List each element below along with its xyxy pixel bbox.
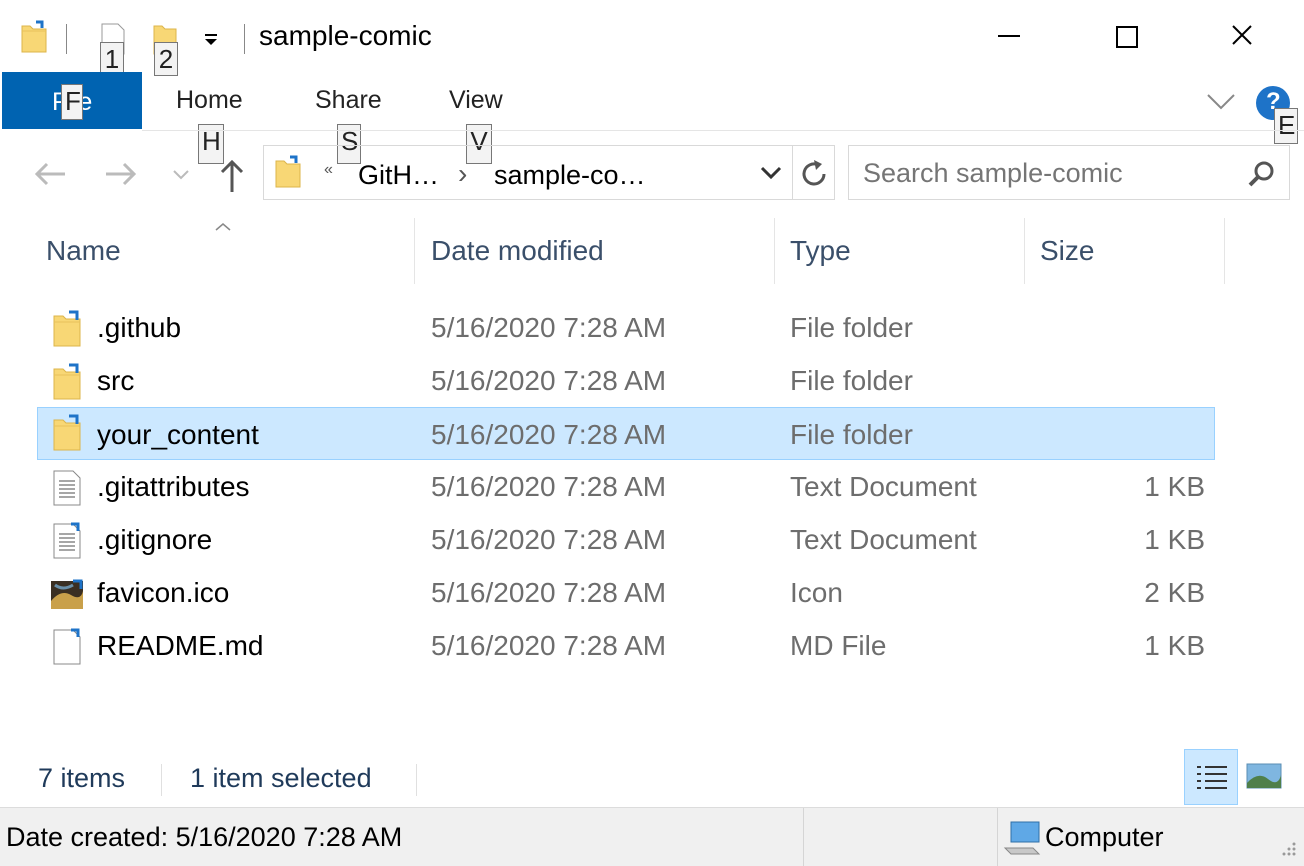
column-header-size[interactable]: Size [1040, 235, 1094, 267]
breadcrumb-item[interactable]: sample-co… [494, 160, 646, 191]
back-arrow-icon[interactable] [33, 162, 67, 186]
details-view-icon [1197, 766, 1227, 789]
file-date: 5/16/2020 7:28 AM [431, 524, 667, 555]
customize-qat-icon[interactable] [203, 34, 219, 46]
close-icon [1232, 25, 1252, 45]
maximize-icon [1116, 26, 1138, 48]
file-row[interactable]: .gitignore 5/16/2020 7:28 AM Text Docume… [37, 515, 1215, 568]
file-row[interactable]: favicon.ico 5/16/2020 7:28 AM Icon 2 KB [37, 568, 1215, 621]
item-count: 7 items [38, 763, 126, 793]
sort-ascending-icon [215, 223, 231, 231]
keytip-help: E [1274, 108, 1298, 144]
address-bar[interactable]: « GitH… › sample-co… [263, 145, 835, 200]
file-date: 5/16/2020 7:28 AM [431, 577, 667, 608]
folder-icon [275, 155, 301, 188]
details-view-button[interactable] [1184, 749, 1238, 805]
recent-locations-icon[interactable] [172, 169, 190, 181]
status-divider [416, 764, 417, 796]
breadcrumb-separator[interactable]: › [458, 158, 467, 190]
tab-home[interactable]: Home [176, 86, 243, 115]
ribbon-divider [142, 130, 1304, 131]
details-bar: Date created: 5/16/2020 7:28 AM Computer [0, 807, 1304, 866]
file-type: Text Document [790, 524, 977, 555]
file-row-selected[interactable]: your_content 5/16/2020 7:28 AM File fold… [37, 407, 1215, 460]
refresh-icon[interactable] [798, 158, 830, 190]
tab-view[interactable]: View [449, 86, 503, 115]
file-type: File folder [790, 312, 913, 343]
large-icons-view-button[interactable] [1240, 749, 1288, 805]
file-name: .gitattributes [97, 471, 250, 502]
tab-share[interactable]: Share [315, 86, 382, 115]
file-date: 5/16/2020 7:28 AM [431, 419, 667, 450]
window-title: sample-comic [259, 20, 432, 51]
file-row[interactable]: src 5/16/2020 7:28 AM File folder [37, 356, 1215, 409]
column-header-name[interactable]: Name [46, 235, 121, 267]
breadcrumb-overflow[interactable]: « [324, 161, 333, 179]
selection-count: 1 item selected [190, 763, 372, 793]
column-header-date[interactable]: Date modified [431, 235, 604, 267]
address-divider [792, 146, 793, 199]
keytip-file: F [61, 84, 83, 120]
file-size: 1 KB [1144, 471, 1205, 502]
column-divider[interactable] [414, 218, 415, 284]
keytip-1: 1 [100, 42, 124, 76]
close-button[interactable] [1215, 10, 1275, 60]
column-divider[interactable] [774, 218, 775, 284]
column-divider[interactable] [1024, 218, 1025, 284]
folder-icon[interactable] [20, 20, 50, 54]
folder-icon [53, 363, 81, 400]
file-row[interactable]: .gitattributes 5/16/2020 7:28 AM Text Do… [37, 462, 1215, 515]
file-date: 5/16/2020 7:28 AM [431, 312, 667, 343]
file-date: 5/16/2020 7:28 AM [431, 365, 667, 396]
file-type: MD File [790, 630, 887, 661]
breadcrumb-item[interactable]: GitH… [358, 160, 439, 191]
column-divider[interactable] [1224, 218, 1225, 284]
search-box[interactable] [848, 145, 1290, 200]
text-file-icon [53, 470, 81, 506]
file-type: Text Document [790, 471, 977, 502]
file-date: 5/16/2020 7:28 AM [431, 630, 667, 661]
forward-arrow-icon[interactable] [104, 162, 138, 186]
up-arrow-icon[interactable] [220, 158, 244, 194]
image-thumbnail-icon [51, 579, 83, 609]
file-name: README.md [97, 630, 264, 661]
file-name: .gitignore [97, 524, 213, 555]
computer-icon [1003, 821, 1041, 855]
file-name: favicon.ico [97, 577, 230, 608]
file-name: .github [97, 312, 182, 343]
expand-ribbon-icon[interactable] [1206, 93, 1236, 111]
column-header-type[interactable]: Type [790, 235, 851, 267]
folder-icon [53, 310, 81, 347]
file-row[interactable]: README.md 5/16/2020 7:28 AM MD File 1 KB [37, 621, 1215, 674]
search-input[interactable] [861, 154, 1235, 192]
large-icons-view-icon [1246, 763, 1282, 789]
file-type: Icon [790, 577, 843, 608]
title-divider [244, 24, 245, 54]
date-created: Date created: 5/16/2020 7:28 AM [6, 822, 403, 852]
file-type: File folder [790, 419, 913, 450]
file-row[interactable]: .github 5/16/2020 7:28 AM File folder [37, 303, 1215, 356]
status-divider [161, 764, 162, 796]
blank-file-icon [53, 628, 81, 665]
maximize-button[interactable] [1100, 10, 1160, 60]
address-dropdown-icon[interactable] [760, 166, 782, 180]
file-type: File folder [790, 365, 913, 396]
qat-divider [66, 24, 67, 54]
minimize-button[interactable] [985, 10, 1045, 60]
search-icon[interactable] [1247, 160, 1275, 188]
file-size: 2 KB [1144, 577, 1205, 608]
file-date: 5/16/2020 7:28 AM [431, 471, 667, 502]
keytip-2: 2 [154, 42, 178, 76]
resize-grip-icon[interactable] [1278, 840, 1298, 860]
text-file-icon [53, 522, 81, 559]
details-divider [997, 808, 998, 866]
file-name: your_content [97, 419, 259, 450]
folder-icon [53, 414, 81, 451]
computer-label: Computer [1045, 822, 1164, 852]
file-name: src [97, 365, 135, 396]
file-size: 1 KB [1144, 630, 1205, 661]
details-divider [803, 808, 804, 866]
file-size: 1 KB [1144, 524, 1205, 555]
minimize-icon [998, 35, 1020, 37]
